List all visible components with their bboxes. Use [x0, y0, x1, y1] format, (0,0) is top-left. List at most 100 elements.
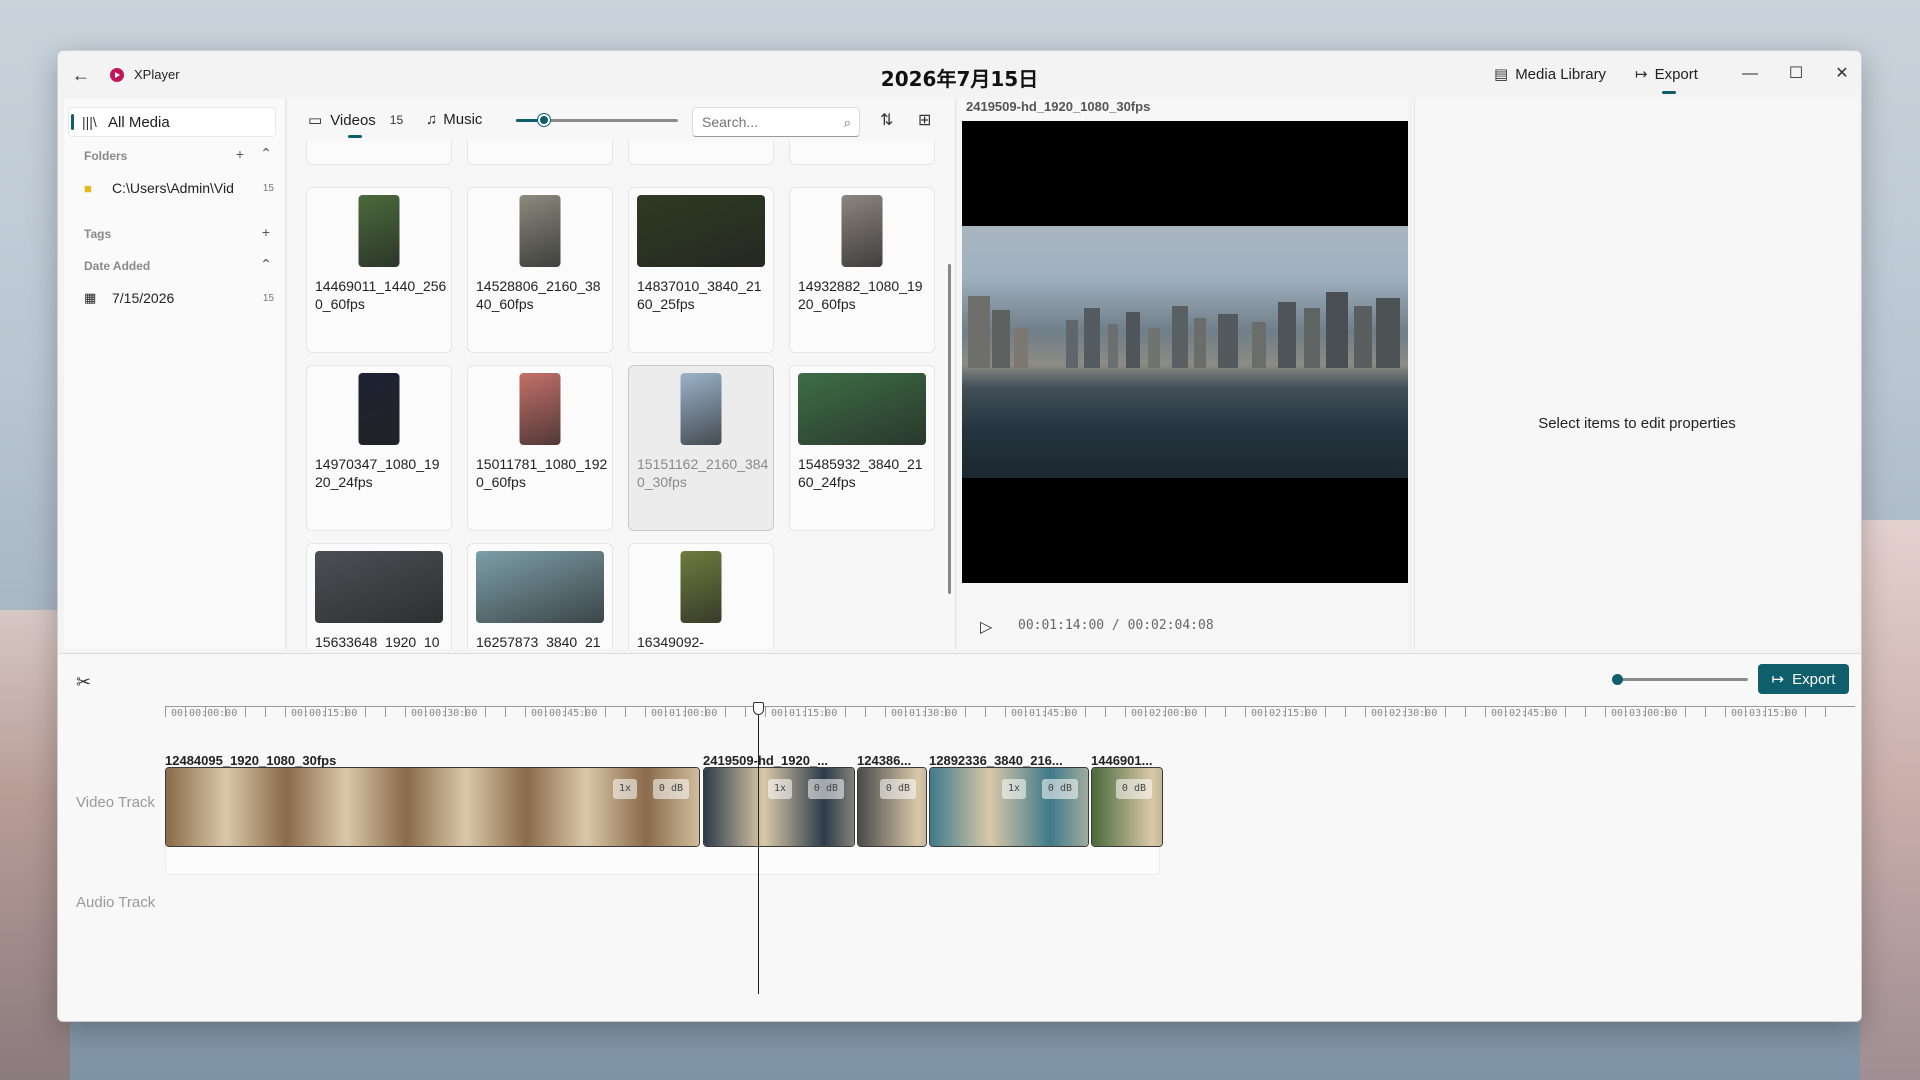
- sidebar-item-folder[interactable]: ■ C:\Users\Admin\Vid 15: [84, 180, 274, 196]
- selected-indicator: [71, 114, 74, 130]
- clip-speed-badge[interactable]: 1x: [767, 779, 792, 799]
- collapse-date-icon[interactable]: ⌃: [258, 256, 274, 273]
- media-thumbnail: [680, 551, 722, 623]
- tags-heading: Tags: [84, 227, 112, 241]
- collapse-folders-icon[interactable]: ⌃: [258, 145, 274, 162]
- add-folder-icon[interactable]: +: [232, 146, 248, 162]
- add-tag-icon[interactable]: +: [258, 224, 274, 240]
- clip-gain-badge[interactable]: 0 dB: [652, 779, 689, 799]
- media-card[interactable]: 15485932_3840_2160_24fps: [789, 365, 935, 531]
- ruler-tick: [1465, 707, 1466, 717]
- export-nav-button[interactable]: ↦ Export: [1635, 65, 1698, 84]
- ruler-tick: [1485, 707, 1486, 717]
- media-card[interactable]: 15011781_1080_1920_60fps: [467, 365, 613, 531]
- export-icon: ↦: [1635, 66, 1648, 83]
- timeline-zoom-slider[interactable]: [1612, 674, 1748, 685]
- tab-videos[interactable]: ▭ Videos 15: [308, 111, 403, 130]
- media-card[interactable]: 14469011_1440_2560_60fps: [306, 187, 452, 353]
- date-count: 15: [262, 292, 274, 304]
- ruler-tick: [985, 707, 986, 717]
- ruler-tick: [1345, 707, 1346, 717]
- close-button[interactable]: ✕: [1819, 59, 1861, 89]
- sidebar-item-all-media[interactable]: |||\ All Media: [68, 107, 276, 137]
- clip-gain-badge[interactable]: 0 dB: [879, 779, 916, 799]
- clip-speed-badge[interactable]: 1x: [612, 779, 637, 799]
- media-card[interactable]: [789, 141, 935, 165]
- export-arrow-icon: ↦: [1771, 671, 1785, 688]
- media-library-icon: ▤: [1494, 66, 1509, 83]
- media-thumbnail: [680, 373, 722, 445]
- timeline-clip[interactable]: 0 dB: [857, 767, 927, 847]
- play-icon[interactable]: ▷: [980, 617, 992, 637]
- clip-name: 124386...: [857, 753, 912, 768]
- ruler-tick: [1725, 707, 1726, 717]
- media-card[interactable]: [467, 141, 613, 165]
- ruler-label: 00:02:45:00: [1491, 708, 1558, 719]
- media-card[interactable]: [628, 141, 774, 165]
- media-card[interactable]: 14528806_2160_3840_60fps: [467, 187, 613, 353]
- media-filename: 15151162_2160_3840_30fps: [637, 456, 769, 490]
- ruler-label: 00:00:45:00: [531, 708, 598, 719]
- ruler-label: 00:01:45:00: [1011, 708, 1078, 719]
- media-card[interactable]: 15151162_2160_3840_30fps: [628, 365, 774, 531]
- folder-icon: ■: [84, 180, 92, 196]
- media-card[interactable]: 14932882_1080_1920_60fps: [789, 187, 935, 353]
- scissors-icon[interactable]: ✂: [76, 672, 91, 693]
- playhead-handle[interactable]: [753, 702, 764, 715]
- video-player[interactable]: [962, 121, 1408, 583]
- ruler-tick: [505, 707, 506, 717]
- clip-gain-badge[interactable]: 0 dB: [1041, 779, 1078, 799]
- media-card[interactable]: 15633648_1920_1080_30fps: [306, 543, 452, 649]
- media-card[interactable]: 16349092-: [628, 543, 774, 649]
- video-track-label: Video Track: [76, 794, 155, 811]
- sidebar-item-date[interactable]: ▦ 7/15/2026 15: [84, 290, 274, 306]
- timeline-clip[interactable]: 0 dB 1x: [929, 767, 1089, 847]
- sidebar: |||\ All Media Folders + ⌃ ■ C:\Users\Ad…: [64, 99, 286, 649]
- all-media-label: All Media: [108, 113, 170, 131]
- minimize-button[interactable]: —: [1727, 59, 1773, 89]
- preview-title: 2419509-hd_1920_1080_30fps: [966, 99, 1151, 114]
- clip-speed-badge[interactable]: 1x: [1001, 779, 1026, 799]
- grid-view-icon[interactable]: ⊞: [918, 110, 931, 130]
- export-active-indicator: [1662, 91, 1676, 94]
- clip-gain-badge[interactable]: 0 dB: [807, 779, 844, 799]
- search-input[interactable]: [702, 114, 832, 130]
- media-library-button[interactable]: ▤ Media Library: [1494, 65, 1606, 84]
- timeline-clip[interactable]: 0 dB 1x: [703, 767, 855, 847]
- export-button[interactable]: ↦ Export: [1758, 664, 1849, 694]
- date-added-heading: Date Added: [84, 259, 151, 273]
- video-camera-icon: ▭: [308, 112, 323, 129]
- playhead[interactable]: [758, 704, 759, 994]
- media-card[interactable]: [306, 141, 452, 165]
- ruler-label: 00:03:00:00: [1611, 708, 1678, 719]
- search-box[interactable]: ⌕: [692, 107, 860, 137]
- media-thumbnail: [358, 195, 400, 267]
- media-thumbnail: [358, 373, 400, 445]
- timeline-clip[interactable]: 0 dB 1x: [165, 767, 700, 847]
- zoom-slider-knob[interactable]: [1612, 674, 1623, 685]
- ruler-tick: [1605, 707, 1606, 717]
- ruler-tick: [385, 707, 386, 717]
- tab-music-label: Music: [443, 111, 483, 128]
- media-thumbnail: [519, 195, 561, 267]
- export-button-label: Export: [1792, 670, 1836, 688]
- clip-name: 12484095_1920_1080_30fps: [165, 753, 337, 768]
- media-filename: 14469011_1440_2560_60fps: [315, 278, 447, 312]
- thumbnail-size-slider[interactable]: [516, 114, 678, 126]
- tab-music[interactable]: ♫ Music: [426, 111, 482, 128]
- media-card[interactable]: 14837010_3840_2160_25fps: [628, 187, 774, 353]
- timeline-clip[interactable]: 0 dB: [1091, 767, 1163, 847]
- ruler-tick: [1205, 707, 1206, 717]
- timeline-panel: ✂ ↦ Export 00:00:00:00 00:00:15:00 00:00:3…: [58, 653, 1861, 1021]
- grid-scrollbar[interactable]: [948, 264, 951, 594]
- timeline-ruler[interactable]: 00:00:00:00 00:00:15:00 00:00:30:00 00:00:4…: [165, 706, 1855, 720]
- sort-icon[interactable]: ⇅: [880, 110, 893, 130]
- slider-knob[interactable]: [537, 114, 550, 126]
- media-card[interactable]: 14970347_1080_1920_24fps: [306, 365, 452, 531]
- clip-gain-badge[interactable]: 0 dB: [1115, 779, 1152, 799]
- clip-name: 2419509-hd_1920_...: [703, 753, 829, 768]
- maximize-button[interactable]: ☐: [1773, 59, 1819, 89]
- ruler-tick: [525, 707, 526, 717]
- media-card[interactable]: 16257873_3840_2160_25fps: [467, 543, 613, 649]
- media-filename: 15011781_1080_1920_60fps: [476, 456, 608, 490]
